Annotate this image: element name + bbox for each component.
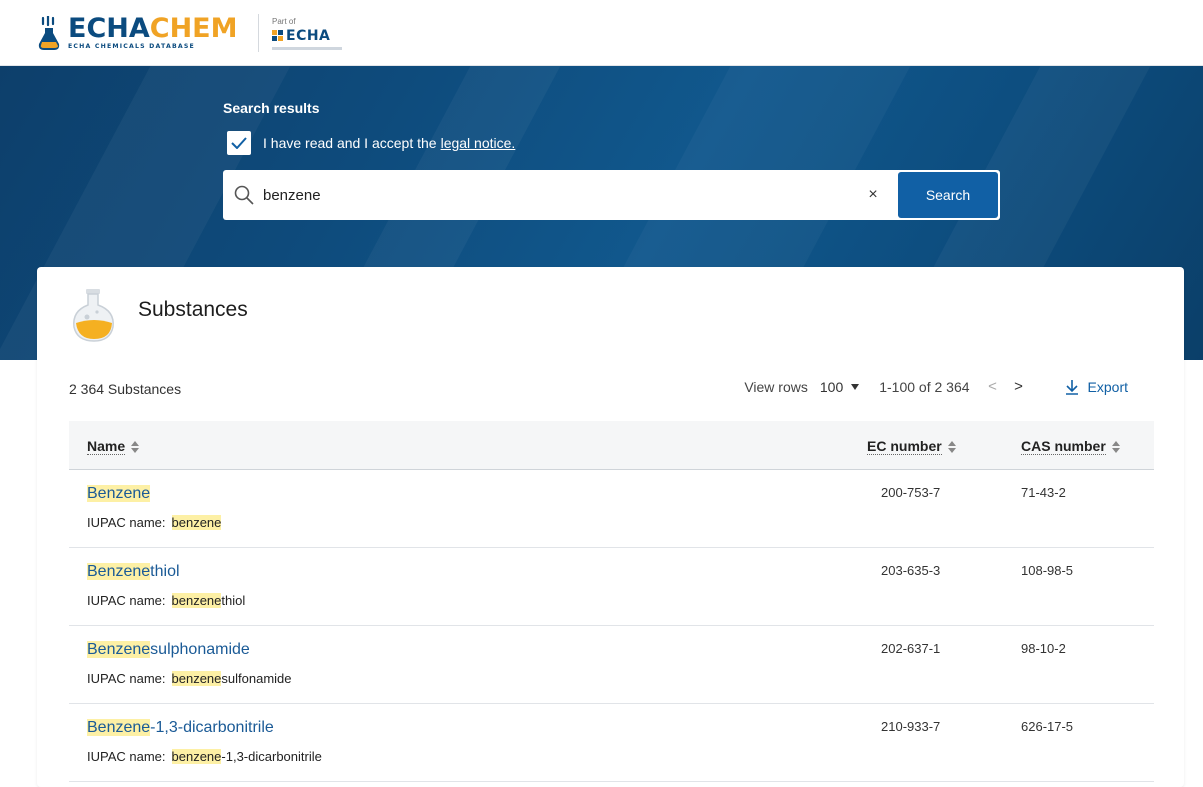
sort-icon	[1111, 440, 1120, 453]
legal-notice-text: I have read and I accept the	[263, 135, 437, 151]
pagination-range: 1-100 of 2 364	[879, 378, 970, 395]
results-toolbar: View rows 100 1-100 of 2 364 < > Export	[744, 378, 1128, 395]
caret-down-icon	[851, 383, 860, 390]
ec-number-cell: 202-637-1	[881, 641, 941, 656]
iupac-name: IUPAC name: benzene-1,3-dicarbonitrile	[87, 749, 322, 764]
logo-subtitle: ECHA CHEMICALS DATABASE	[68, 43, 195, 50]
legal-notice-link[interactable]: legal notice.	[441, 135, 516, 151]
column-header-cas-number[interactable]: CAS number	[1021, 438, 1120, 455]
logo-chem-text: CHEM	[149, 13, 238, 44]
header-divider	[258, 14, 259, 52]
search-icon	[234, 185, 254, 205]
export-label: Export	[1087, 378, 1128, 395]
part-of-tagline-bar	[272, 47, 342, 50]
substances-table: Name EC number CAS number Benzene IUPAC …	[69, 421, 1154, 782]
sort-icon	[947, 440, 956, 453]
ec-number-cell: 203-635-3	[881, 563, 941, 578]
download-icon	[1065, 379, 1078, 395]
table-row: Benzenesulphonamide IUPAC name: benzenesu…	[69, 626, 1154, 704]
iupac-name: IUPAC name: benzene	[87, 515, 222, 530]
clear-search-button[interactable]: ×	[862, 184, 884, 206]
next-page-button[interactable]: >	[1010, 378, 1028, 395]
results-count: 2 364 Substances	[69, 381, 182, 397]
substance-name-link[interactable]: Benzene-1,3-dicarbonitrile	[87, 719, 274, 737]
rows-per-page-value: 100	[819, 378, 844, 395]
legal-notice-checkbox[interactable]	[227, 131, 251, 155]
iupac-name: IUPAC name: benzenesulfonamide	[87, 671, 292, 686]
search-results-heading: Search results	[223, 100, 320, 116]
cas-number-cell: 626-17-5	[1021, 719, 1074, 734]
search-input[interactable]	[263, 180, 862, 210]
column-header-name[interactable]: Name	[87, 438, 140, 455]
check-icon	[231, 137, 247, 149]
substance-name-link[interactable]: Benzene	[87, 485, 151, 503]
rows-per-page-select[interactable]: 100	[820, 379, 879, 395]
flask-logo-icon	[38, 16, 60, 50]
flask-icon	[73, 289, 114, 342]
cas-number-cell: 71-43-2	[1021, 485, 1066, 500]
column-header-ec-number[interactable]: EC number	[867, 438, 956, 455]
substances-card: Substances 2 364 Substances View rows 10…	[37, 267, 1184, 787]
cas-number-cell: 98-10-2	[1021, 641, 1066, 656]
table-header: Name EC number CAS number	[69, 421, 1154, 470]
ec-number-cell: 200-753-7	[881, 485, 941, 500]
legal-notice-row: I have read and I accept the legal notic…	[227, 131, 515, 155]
search-bar: × Search	[223, 170, 1000, 220]
echa-mark-icon	[272, 30, 283, 41]
substance-name-link[interactable]: Benzenesulphonamide	[87, 641, 250, 659]
part-of-echa-text: ECHA	[286, 28, 331, 44]
table-row: Benzenethiol IUPAC name: benzenethiol 203…	[69, 548, 1154, 626]
part-of-echa[interactable]: Part of ECHA	[272, 17, 342, 50]
table-row: Benzene-1,3-dicarbonitrile IUPAC name: be…	[69, 704, 1154, 782]
part-of-label: Part of	[272, 17, 296, 26]
cas-number-cell: 108-98-5	[1021, 563, 1074, 578]
logo-echa-text: ECHA	[68, 13, 150, 44]
top-bar: ECHACHEM ECHA CHEMICALS DATABASE Part of…	[0, 0, 1203, 66]
iupac-name: IUPAC name: benzenethiol	[87, 593, 246, 608]
ec-number-cell: 210-933-7	[881, 719, 941, 734]
view-rows-label: View rows	[744, 378, 808, 395]
export-button[interactable]: Export	[1064, 379, 1128, 395]
search-button[interactable]: Search	[898, 172, 998, 218]
echachem-logo[interactable]: ECHACHEM ECHA CHEMICALS DATABASE	[36, 13, 238, 56]
sort-icon	[131, 440, 140, 453]
substances-title: Substances	[138, 298, 248, 321]
substance-name-link[interactable]: Benzenethiol	[87, 563, 180, 581]
previous-page-button[interactable]: <	[984, 378, 1002, 395]
table-row: Benzene IUPAC name: benzene 200-753-7 71-…	[69, 470, 1154, 548]
